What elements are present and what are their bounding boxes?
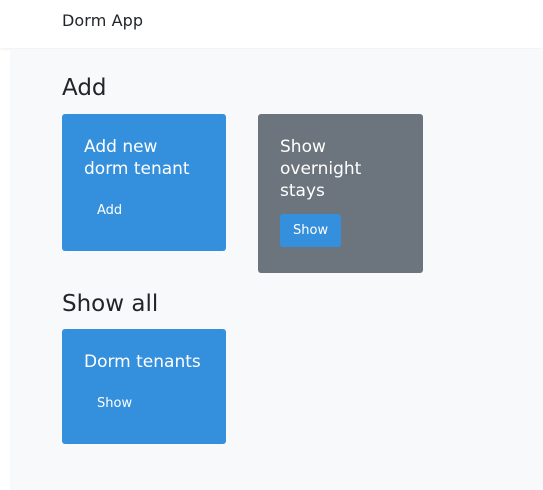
overnight-stays-card-title: Show overnight stays — [280, 137, 362, 201]
main-content: Add Add new dorm tenant Add Show overnig… — [10, 49, 543, 490]
show-dorm-tenants-button[interactable]: Show — [84, 387, 145, 420]
dorm-tenants-card: Dorm tenants Show — [62, 329, 226, 444]
add-tenant-card-title: Add new dorm tenant — [84, 137, 190, 179]
overnight-stays-card: Show overnight stays Show — [258, 114, 423, 273]
add-tenant-button[interactable]: Add — [84, 194, 135, 227]
dorm-tenants-card-title: Dorm tenants — [84, 352, 201, 372]
brand-link[interactable]: Dorm App — [62, 11, 143, 30]
navbar: Dorm App — [0, 0, 543, 48]
section-title-show-all: Show all — [62, 291, 159, 317]
add-tenant-card: Add new dorm tenant Add — [62, 114, 226, 251]
section-title-add: Add — [62, 75, 107, 101]
show-overnight-stays-button[interactable]: Show — [280, 214, 342, 247]
